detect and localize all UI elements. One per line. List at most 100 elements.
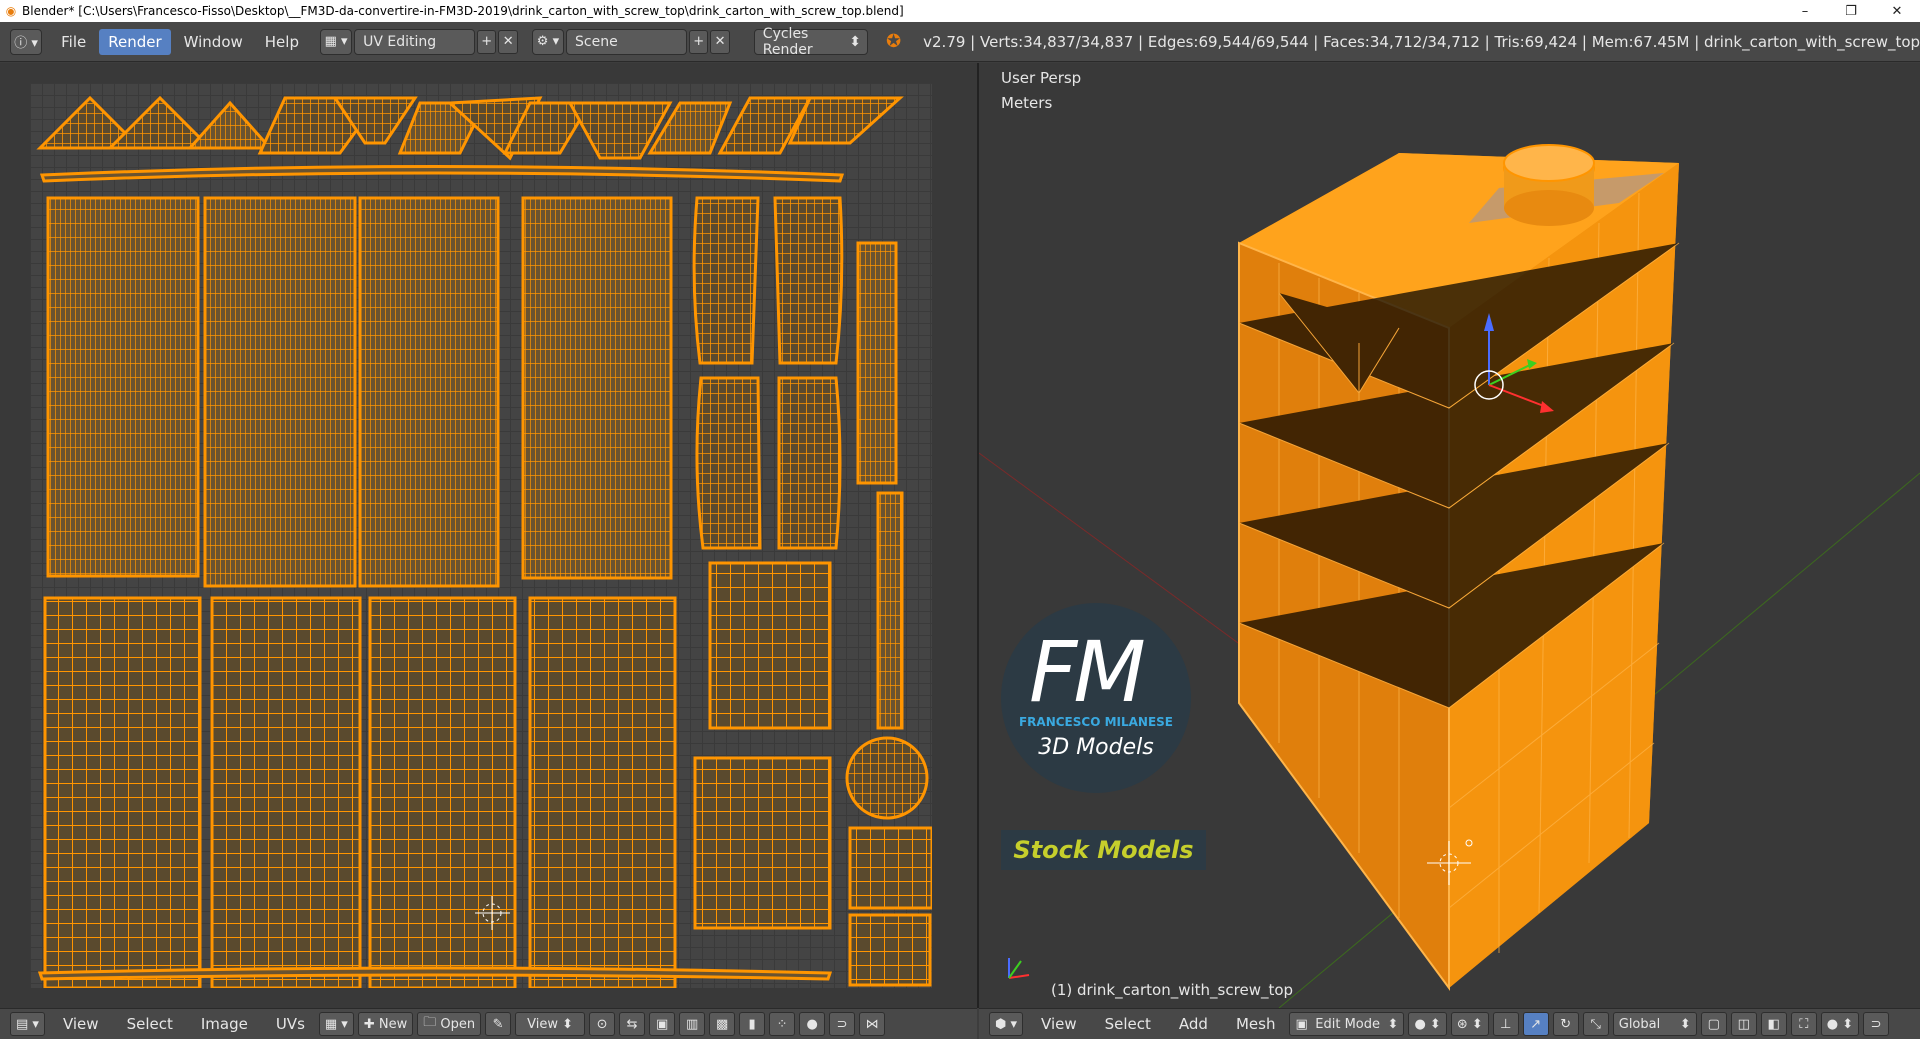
restore-button[interactable]: ❐ <box>1828 0 1874 22</box>
new-image-button[interactable]: ✚ New <box>357 1012 414 1036</box>
scale-icon[interactable]: ⤡ <box>1582 1012 1609 1036</box>
uv-island-strip <box>39 165 845 183</box>
edge-mode-icon[interactable]: ◫ <box>1730 1012 1757 1036</box>
plus-icon: ✚ <box>363 1016 379 1032</box>
snap-target-icon[interactable]: ⋈ <box>859 1012 886 1036</box>
fm-watermark: FM FRANCESCO MILANESE 3D Models <box>1001 603 1191 793</box>
menu-file[interactable]: File <box>52 29 95 55</box>
uv-island-thin <box>856 241 898 485</box>
uv-island-block <box>848 826 934 910</box>
sync-selection-icon[interactable]: ⇆ <box>619 1012 646 1036</box>
shading-selector[interactable]: ● ⬍ <box>1408 1012 1447 1036</box>
uv-menu-image[interactable]: Image <box>187 1015 262 1033</box>
uv-islands[interactable] <box>30 83 934 990</box>
axis-widget <box>1008 958 1030 979</box>
fm-logo-initials: FM <box>1029 623 1146 721</box>
add-layout-button[interactable]: + <box>477 29 497 54</box>
pin-icon[interactable]: ✎ <box>485 1012 512 1036</box>
proportional-editing-icon[interactable]: ● ⬍ <box>1820 1012 1860 1036</box>
mode-selector[interactable]: ▣ Edit Mode ⬍ <box>1289 1012 1405 1036</box>
uv-grid[interactable] <box>30 83 934 990</box>
uv-island-panel <box>695 376 762 550</box>
view-mode-label: View <box>527 1016 559 1032</box>
snap-icon[interactable]: ⊃ <box>829 1012 856 1036</box>
uv-island-side <box>528 596 677 990</box>
uv-island-block <box>693 756 832 930</box>
vp-menu-mesh[interactable]: Mesh <box>1222 1015 1290 1033</box>
translate-icon[interactable]: ↗ <box>1522 1012 1549 1036</box>
viewport-editor-type-button[interactable]: ⬢ ▾ <box>989 1012 1024 1036</box>
uv-island-panel <box>692 196 760 365</box>
orientation-selector[interactable]: Global ⬍ <box>1612 1012 1697 1036</box>
vertex-select-icon[interactable]: ▣ <box>649 1012 676 1036</box>
active-object-label: (1) drink_carton_with_screw_top <box>1051 981 1294 999</box>
mode-label: Edit Mode <box>1315 1016 1381 1032</box>
vertex-mode-icon[interactable]: ▢ <box>1700 1012 1727 1036</box>
menu-help[interactable]: Help <box>256 29 308 55</box>
layout-icon-button[interactable]: ▦ ▾ <box>319 28 353 55</box>
uv-island-side <box>358 196 500 588</box>
fm-logo-sub: 3D Models <box>1038 735 1154 760</box>
vp-menu-add[interactable]: Add <box>1165 1015 1222 1033</box>
image-browse-button[interactable]: ▦ ▾ <box>318 1012 354 1036</box>
blender-icon: ✪ <box>886 31 902 52</box>
vp-menu-select[interactable]: Select <box>1091 1015 1165 1033</box>
uv-island-cap <box>845 736 929 820</box>
remove-layout-button[interactable]: ✕ <box>498 29 518 54</box>
face-mode-icon[interactable]: ◧ <box>1760 1012 1787 1036</box>
add-scene-button[interactable]: + <box>688 29 709 54</box>
orientation-label: Global <box>1618 1016 1661 1032</box>
carton-mesh <box>1238 144 1680 992</box>
new-image-label: New <box>378 1016 408 1032</box>
3d-viewport[interactable]: User Persp Meters FM FRANCESCO MILANESE … <box>979 63 1920 1008</box>
scene-selector[interactable]: Scene <box>566 28 687 55</box>
snapping-icon[interactable]: ⊃ <box>1863 1012 1890 1036</box>
uv-editor-type-button[interactable]: ▤ ▾ <box>10 1012 45 1036</box>
uv-editor[interactable] <box>0 63 977 1008</box>
edge-select-icon[interactable]: ▥ <box>679 1012 706 1036</box>
uv-menu-view[interactable]: View <box>49 1015 113 1033</box>
uv-island-panel <box>777 376 842 550</box>
uv-island-panel <box>773 196 844 365</box>
uv-island-trapezoid <box>787 96 904 145</box>
uv-island-thin <box>876 491 904 730</box>
edit-mode-icon: ▣ <box>1295 1016 1308 1032</box>
info-header: ⓘ ▾ File Render Window Help ▦ ▾ UV Editi… <box>0 22 1920 62</box>
close-button[interactable]: ✕ <box>1874 0 1920 22</box>
uv-island-triangle <box>186 100 274 150</box>
uv-island-block <box>848 913 932 987</box>
uv-island-side <box>46 196 200 578</box>
uv-header: ▤ ▾ View Select Image UVs ▦ ▾ ✚ New 🗀 Op… <box>0 1008 977 1039</box>
uv-menu-select[interactable]: Select <box>113 1015 187 1033</box>
rotate-icon[interactable]: ↻ <box>1552 1012 1579 1036</box>
scene-stats: v2.79 | Verts:34,837/34,837 | Edges:69,5… <box>923 32 1920 51</box>
blender-logo-icon: ◉ <box>5 4 17 18</box>
open-image-button[interactable]: 🗀 Open <box>417 1012 482 1036</box>
viewport-header: ⬢ ▾ View Select Add Mesh ▣ Edit Mode ⬍ ● ⬍… <box>979 1008 1920 1039</box>
render-engine-label: Cycles Render <box>762 25 813 58</box>
occlude-geometry-icon[interactable]: ⛶ <box>1790 1012 1817 1036</box>
uv-island-side <box>43 596 202 990</box>
uv-island-side <box>203 196 357 588</box>
pivot-icon[interactable]: ⊙ <box>589 1012 616 1036</box>
minimize-button[interactable]: – <box>1782 0 1828 22</box>
uv-menu-uvs[interactable]: UVs <box>262 1015 319 1033</box>
island-select-icon[interactable]: ▮ <box>739 1012 766 1036</box>
folder-icon: 🗀 <box>423 1015 441 1030</box>
view-mode-selector[interactable]: View ⬍ <box>515 1012 586 1036</box>
window-title: Blender* [C:\Users\Francesco-Fisso\Deskt… <box>22 4 904 18</box>
menu-render[interactable]: Render <box>99 28 171 55</box>
sticky-mode-icon[interactable]: ⁘ <box>769 1012 796 1036</box>
info-editor-type-button[interactable]: ⓘ ▾ <box>10 28 43 55</box>
stock-models-badge: Stock Models <box>1001 830 1206 870</box>
remove-scene-button[interactable]: ✕ <box>710 29 730 54</box>
vp-menu-view[interactable]: View <box>1027 1015 1091 1033</box>
render-engine-selector[interactable]: Cycles Render ⬍ <box>753 25 869 58</box>
menu-window[interactable]: Window <box>175 29 252 55</box>
face-select-icon[interactable]: ▩ <box>709 1012 736 1036</box>
layout-selector[interactable]: UV Editing <box>354 28 476 55</box>
pivot-point-selector[interactable]: ⊛ ⬍ <box>1450 1012 1489 1036</box>
proportional-edit-icon[interactable]: ● <box>799 1012 826 1036</box>
manipulator-toggle-icon[interactable]: ⊥ <box>1492 1012 1519 1036</box>
scene-icon-button[interactable]: ⚙ ▾ <box>531 28 564 55</box>
